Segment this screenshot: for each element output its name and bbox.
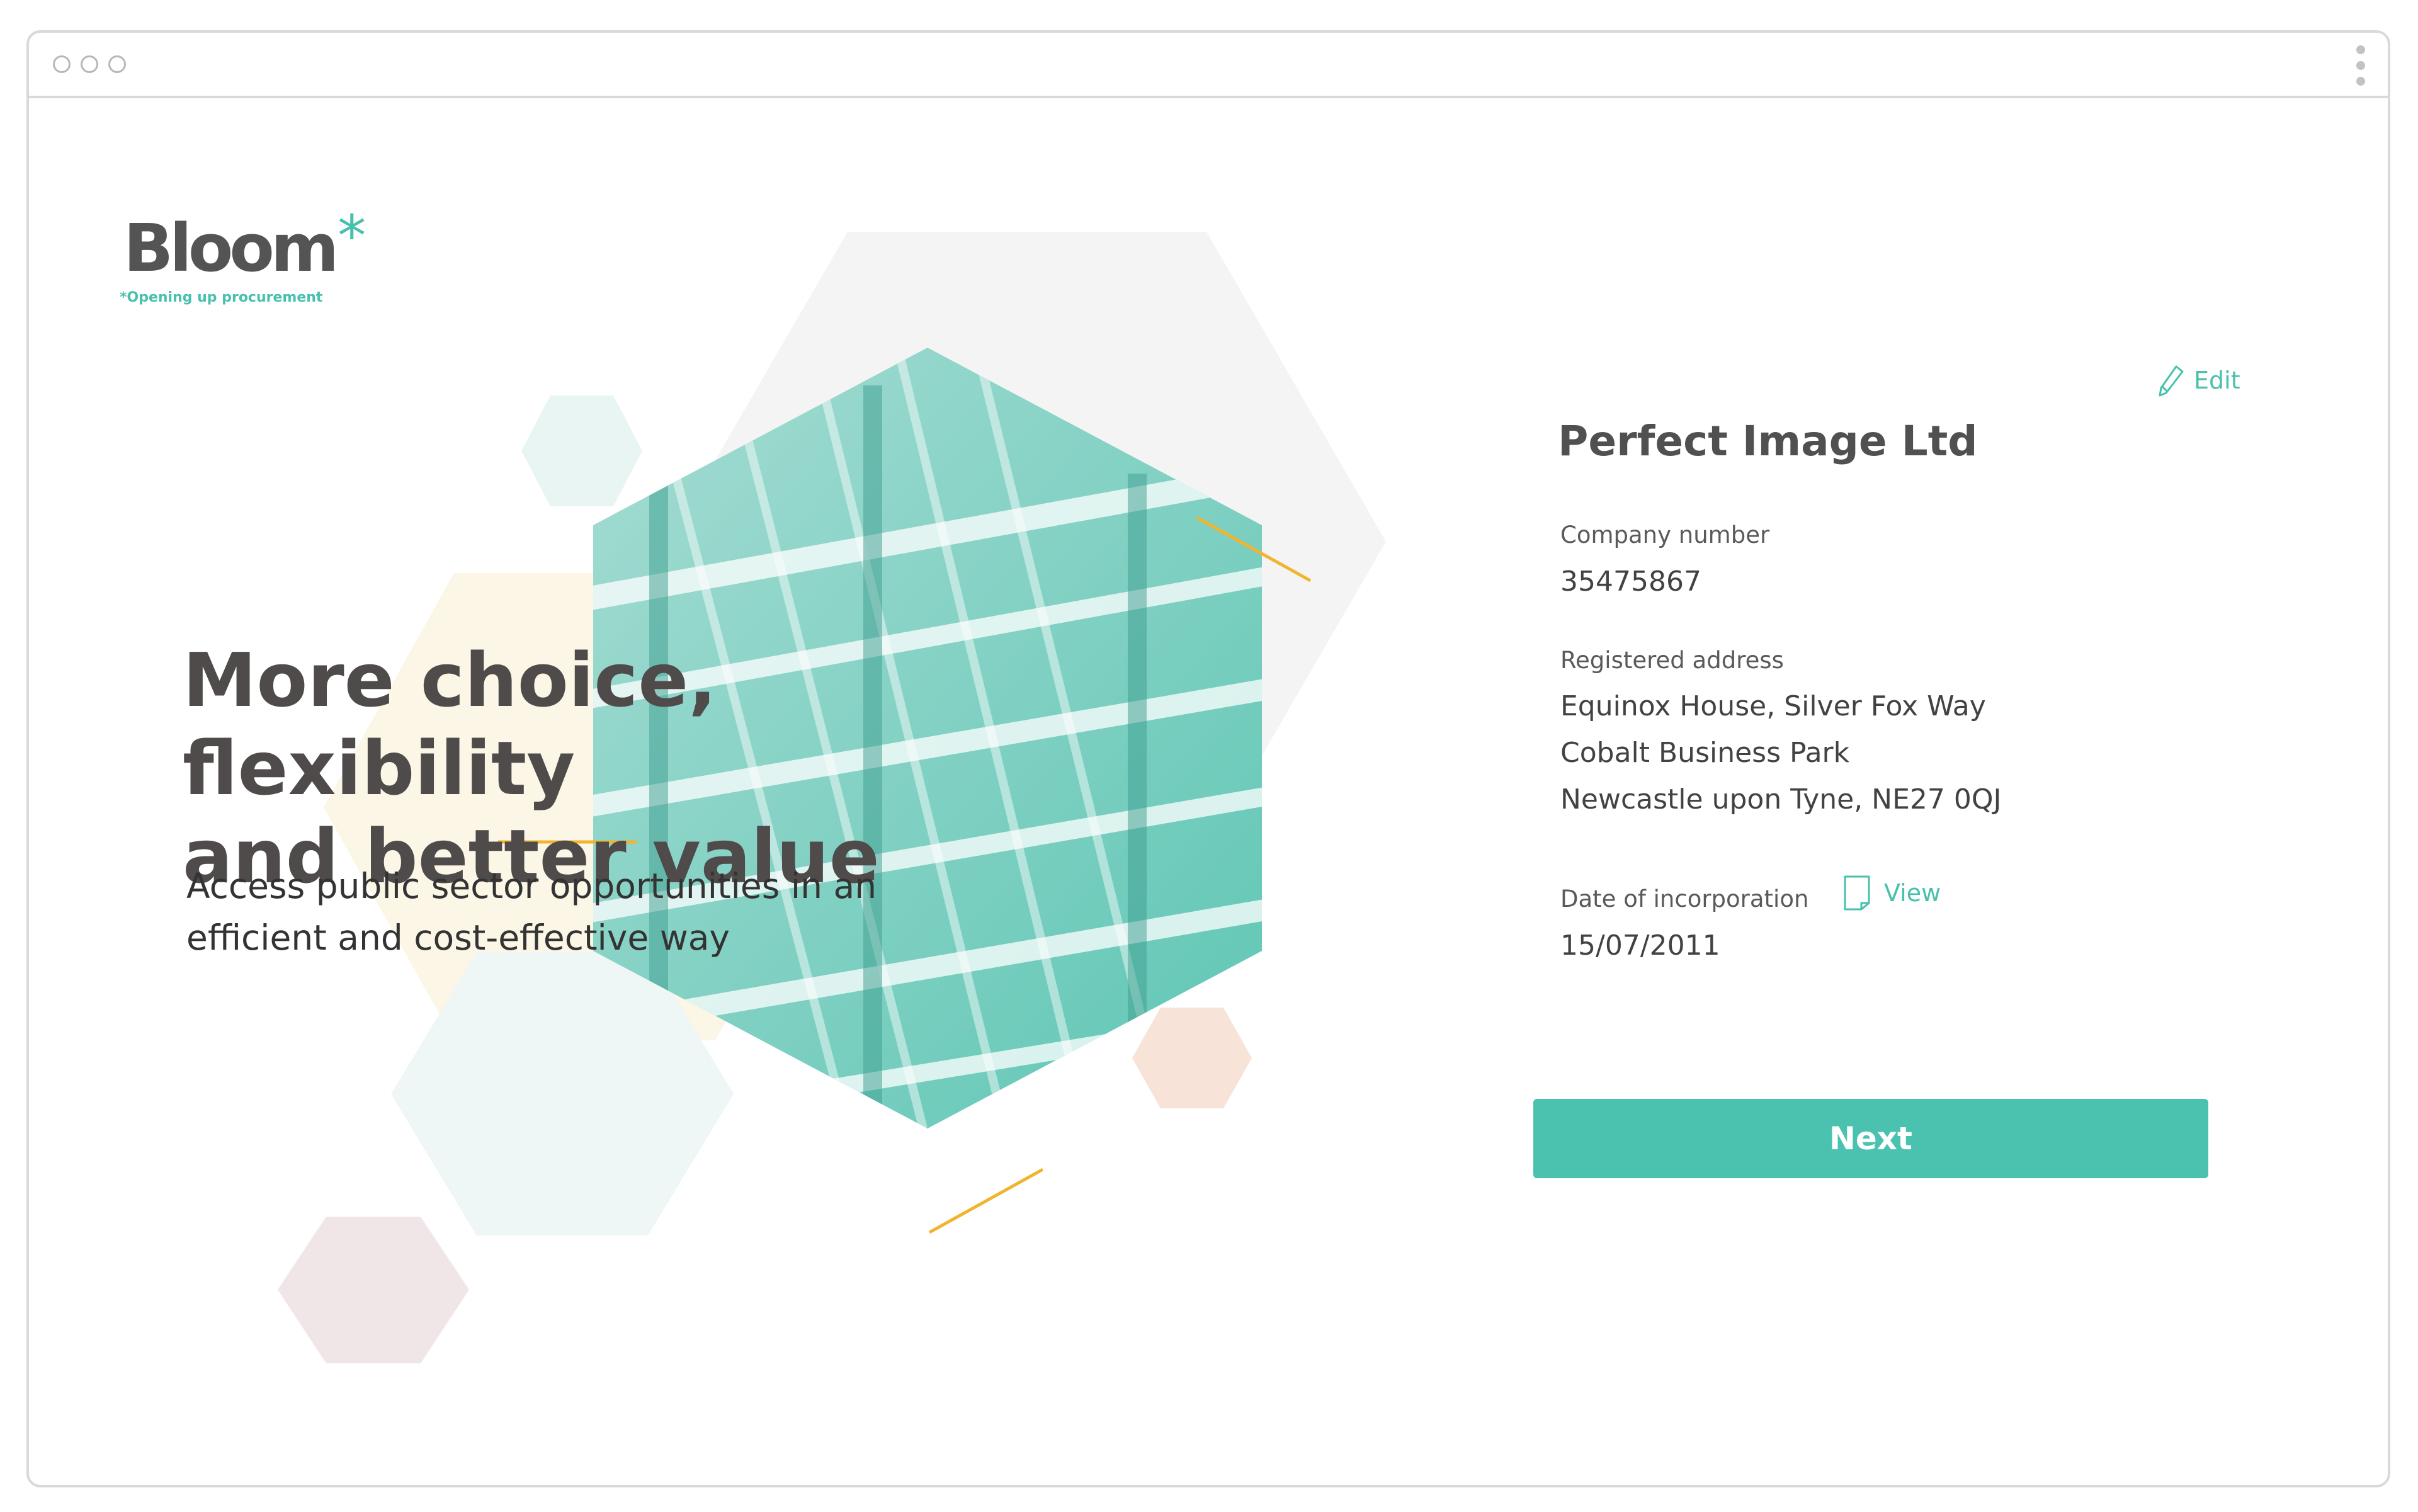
window-maximize-control[interactable] [108,55,126,73]
accent-line-top [1196,516,1312,583]
next-button[interactable]: Next [1533,1099,2208,1178]
logo-star-icon: * [338,203,366,270]
pencil-icon [2159,365,2184,397]
address-line-1: Equinox House, Silver Fox Way [1560,690,1986,722]
bg-hexagon-peach [1132,1008,1252,1108]
hero-subheading: Access public sector opportunities in an… [186,860,1005,963]
incorporation-date-label: Date of incorporation [1560,885,1809,912]
hero-headline-line1: More choice, flexibility [183,637,717,812]
logo-wordmark: Bloom [123,210,339,287]
edit-label: Edit [2194,367,2240,394]
window-minimize-control[interactable] [81,55,98,73]
incorporation-date-value: 15/07/2011 [1560,929,1720,962]
document-icon [1844,875,1870,911]
hero-subheading-line2: efficient and cost-effective way [186,918,730,958]
accent-line-bottom [928,1168,1044,1234]
bloom-logo[interactable]: Bloom* *Opening up procurement [120,203,366,305]
bg-hexagon-teal-small [521,395,642,506]
logo-tagline: *Opening up procurement [120,290,323,305]
address-line-2: Cobalt Business Park [1560,737,1850,769]
edit-button[interactable]: Edit [2157,364,2240,397]
registered-address-label: Registered address [1560,647,1784,674]
bg-hexagon-pink [278,1217,469,1363]
address-line-3: Newcastle upon Tyne, NE27 0QJ [1560,783,2002,816]
kebab-menu-icon[interactable] [2356,45,2365,86]
window-controls [53,55,126,73]
hero-subheading-line1: Access public sector opportunities in an [186,866,877,906]
browser-window: Bloom* *Opening up procurement More choi… [26,30,2390,1487]
bg-hexagon-blue [391,952,734,1236]
window-titlebar [29,33,2388,98]
company-name: Perfect Image Ltd [1558,417,1978,465]
company-number-label: Company number [1560,521,1770,549]
company-number-value: 35475867 [1560,566,1701,598]
view-certificate-link[interactable]: View [1842,874,1941,912]
window-close-control[interactable] [53,55,71,73]
view-label: View [1884,879,1941,907]
